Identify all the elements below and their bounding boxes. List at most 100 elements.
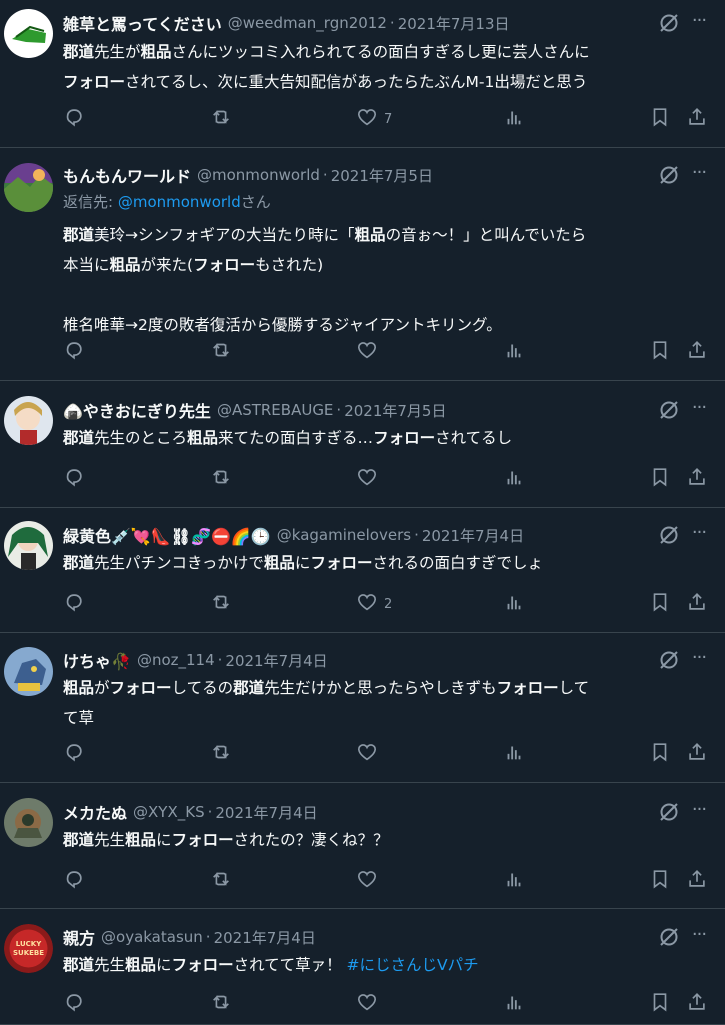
- like-button[interactable]: [356, 340, 378, 364]
- bookmark-button[interactable]: [649, 869, 671, 893]
- reply-icon: [63, 106, 85, 132]
- reply-to-handle[interactable]: @monmonworld: [118, 193, 241, 211]
- like-button[interactable]: [356, 992, 378, 1016]
- tweet[interactable]: 緑黄色💉💘👠⛓🧬⛔🌈🕒 @kagaminelovers · 2021年7月4日 ··· 郡…: [0, 508, 725, 633]
- tweet-date[interactable]: 2021年7月13日: [398, 13, 510, 34]
- user-name[interactable]: もんもんワールド: [63, 163, 191, 187]
- like-icon: [356, 591, 378, 617]
- avatar[interactable]: [4, 163, 53, 212]
- reply-button[interactable]: [63, 467, 85, 491]
- user-handle[interactable]: @ASTREBAUGE: [217, 401, 333, 419]
- grok-icon[interactable]: [657, 11, 681, 35]
- views-button[interactable]: [503, 107, 525, 131]
- retweet-button[interactable]: [210, 340, 232, 364]
- reply-button[interactable]: [63, 340, 85, 364]
- tweet[interactable]: けちゃ🥀 @noz_114 · 2021年7月4日 ··· 粗品がフォローしてるの郡道先生…: [0, 633, 725, 783]
- more-icon[interactable]: ···: [687, 523, 711, 547]
- grok-icon[interactable]: [657, 800, 681, 824]
- tweet[interactable]: 雑草と罵ってください @weedman_rgn2012 · 2021年7月13日 ···…: [0, 0, 725, 148]
- bookmark-button[interactable]: [649, 107, 671, 131]
- grok-icon[interactable]: [657, 523, 681, 547]
- reply-button[interactable]: [63, 992, 85, 1016]
- user-name[interactable]: 雑草と罵ってください: [63, 11, 222, 35]
- tweet-date[interactable]: 2021年7月4日: [215, 802, 317, 823]
- more-icon[interactable]: ···: [687, 648, 711, 672]
- avatar[interactable]: [4, 798, 53, 847]
- retweet-button[interactable]: [210, 869, 232, 893]
- views-button[interactable]: [503, 992, 525, 1016]
- like-count: 2: [384, 596, 393, 612]
- more-icon[interactable]: ···: [687, 11, 711, 35]
- avatar[interactable]: [4, 647, 53, 696]
- bookmark-button[interactable]: [649, 340, 671, 364]
- views-icon: [503, 106, 525, 132]
- views-button[interactable]: [503, 592, 525, 616]
- share-button[interactable]: [686, 992, 708, 1016]
- more-icon[interactable]: ···: [687, 925, 711, 949]
- user-name[interactable]: けちゃ🥀: [63, 648, 131, 672]
- user-handle[interactable]: @weedman_rgn2012: [228, 14, 387, 32]
- share-button[interactable]: [686, 592, 708, 616]
- retweet-button[interactable]: [210, 992, 232, 1016]
- grok-icon[interactable]: [657, 398, 681, 422]
- user-name[interactable]: 🍙やきおにぎり先生: [63, 398, 211, 422]
- grok-icon[interactable]: [657, 925, 681, 949]
- avatar[interactable]: LUCKY SUKEBE: [4, 924, 53, 973]
- views-button[interactable]: [503, 869, 525, 893]
- views-button[interactable]: [503, 742, 525, 766]
- reply-button[interactable]: [63, 869, 85, 893]
- user-handle[interactable]: @noz_114: [137, 651, 215, 669]
- avatar[interactable]: [4, 9, 53, 58]
- like-button[interactable]: [356, 742, 378, 766]
- bookmark-button[interactable]: [649, 467, 671, 491]
- retweet-button[interactable]: [210, 467, 232, 491]
- tweet-header: 🍙やきおにぎり先生 @ASTREBAUGE · 2021年7月5日: [63, 398, 655, 422]
- tweet-date[interactable]: 2021年7月4日: [422, 525, 524, 546]
- retweet-button[interactable]: [210, 592, 232, 616]
- user-name[interactable]: 親方: [63, 925, 95, 949]
- share-button[interactable]: [686, 742, 708, 766]
- like-button[interactable]: 2: [356, 592, 392, 616]
- reply-button[interactable]: [63, 107, 85, 131]
- views-button[interactable]: [503, 340, 525, 364]
- tweet-date[interactable]: 2021年7月4日: [225, 650, 327, 671]
- hashtag-link[interactable]: #にじさんじVパチ: [347, 956, 479, 974]
- bookmark-button[interactable]: [649, 592, 671, 616]
- text-segment: 来てたの面白すぎる…: [218, 429, 374, 447]
- tweet[interactable]: 🍙やきおにぎり先生 @ASTREBAUGE · 2021年7月5日 ··· 郡道先生のとこ…: [0, 381, 725, 508]
- more-icon[interactable]: ···: [687, 800, 711, 824]
- more-icon[interactable]: ···: [687, 163, 711, 187]
- user-handle[interactable]: @monmonworld: [197, 166, 320, 184]
- reply-button[interactable]: [63, 742, 85, 766]
- user-handle[interactable]: @oyakatasun: [101, 928, 203, 946]
- user-handle[interactable]: @XYX_KS: [133, 803, 205, 821]
- tweet-date[interactable]: 2021年7月5日: [331, 165, 433, 186]
- bookmark-button[interactable]: [649, 992, 671, 1016]
- tweet-date[interactable]: 2021年7月5日: [344, 400, 446, 421]
- avatar[interactable]: [4, 521, 53, 570]
- retweet-button[interactable]: [210, 107, 232, 131]
- reply-button[interactable]: [63, 592, 85, 616]
- bookmark-button[interactable]: [649, 742, 671, 766]
- user-name[interactable]: メカたぬ: [63, 800, 127, 824]
- share-button[interactable]: [686, 869, 708, 893]
- retweet-button[interactable]: [210, 742, 232, 766]
- share-button[interactable]: [686, 467, 708, 491]
- like-button[interactable]: [356, 869, 378, 893]
- grok-icon[interactable]: [657, 648, 681, 672]
- tweet[interactable]: メカたぬ @XYX_KS · 2021年7月4日 ··· 郡道先生粗品にフォローされたの？…: [0, 783, 725, 909]
- share-button[interactable]: [686, 107, 708, 131]
- like-button[interactable]: 7: [356, 107, 392, 131]
- grok-icon[interactable]: [657, 163, 681, 187]
- tweet[interactable]: LUCKY SUKEBE 親方 @oyakatasun · 2021年7月4日 ··· 郡道先…: [0, 909, 725, 1025]
- views-button[interactable]: [503, 467, 525, 491]
- text-segment: が来た(: [140, 256, 194, 274]
- tweet[interactable]: もんもんワールド @monmonworld · 2021年7月5日 ··· 返信先: @m…: [0, 148, 725, 381]
- more-icon[interactable]: ···: [687, 398, 711, 422]
- share-button[interactable]: [686, 340, 708, 364]
- like-button[interactable]: [356, 467, 378, 491]
- user-name[interactable]: 緑黄色💉💘👠⛓🧬⛔🌈🕒: [63, 523, 271, 547]
- user-handle[interactable]: @kagaminelovers: [277, 526, 411, 544]
- avatar[interactable]: [4, 396, 53, 445]
- tweet-date[interactable]: 2021年7月4日: [214, 927, 316, 948]
